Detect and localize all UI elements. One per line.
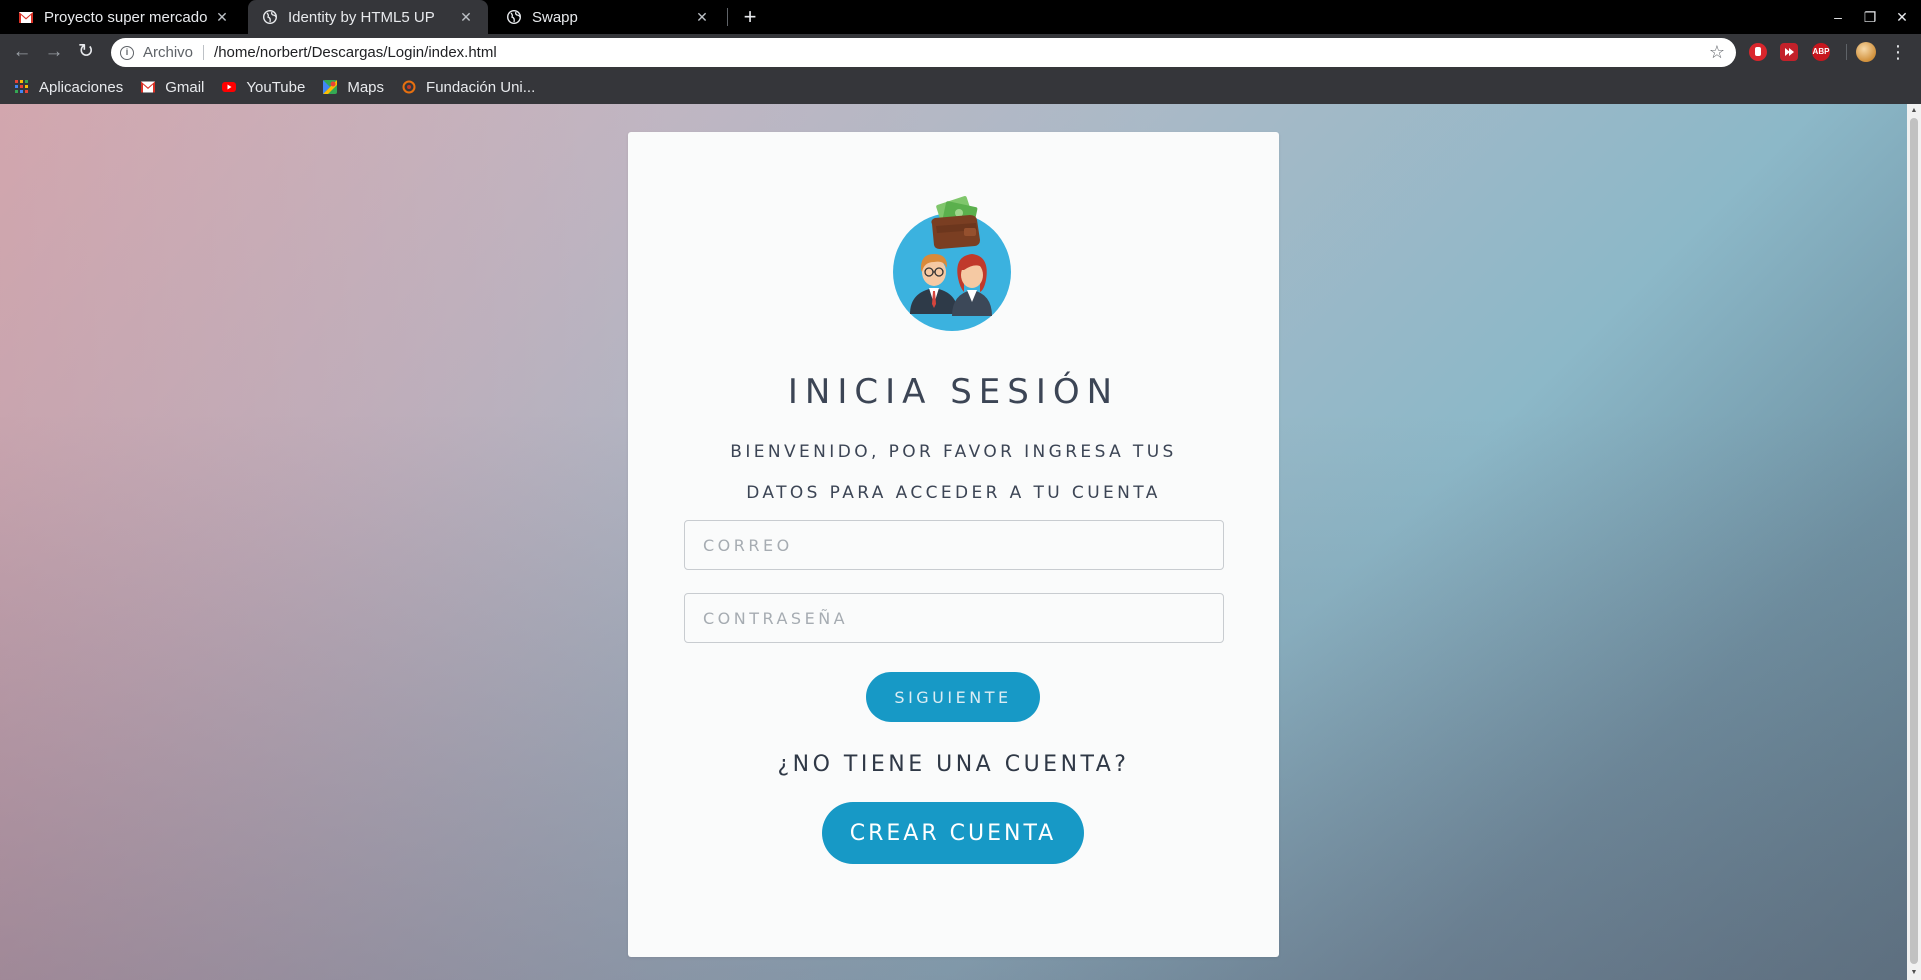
forward-button[interactable]: →: [41, 39, 67, 65]
page-title: INICIA SESIÓN: [787, 372, 1120, 412]
bookmark-star-icon[interactable]: ☆: [1709, 42, 1725, 63]
gmail-icon: [18, 9, 34, 25]
next-button[interactable]: SIGUIENTE: [866, 672, 1040, 722]
youtube-icon: [222, 82, 237, 92]
bookmark-label: Fundación Uni...: [426, 78, 536, 96]
welcome-subtitle: BIENVENIDO, POR FAVOR INGRESA TUS DATOS …: [730, 442, 1177, 503]
scroll-down-arrow-icon[interactable]: ▼: [1907, 966, 1921, 980]
page-background: INICIA SESIÓN BIENVENIDO, POR FAVOR INGR…: [0, 104, 1921, 980]
gmail-icon: [141, 81, 156, 93]
address-divider: [203, 45, 205, 60]
close-icon[interactable]: ✕: [692, 9, 712, 26]
globe-icon: [506, 9, 522, 25]
address-bar[interactable]: i Archivo /home/norbert/Descargas/Login/…: [111, 38, 1736, 67]
url-text[interactable]: /home/norbert/Descargas/Login/index.html: [214, 44, 1709, 61]
login-card: INICIA SESIÓN BIENVENIDO, POR FAVOR INGR…: [628, 132, 1279, 957]
tab-title: Swapp: [532, 8, 578, 26]
tab-divider: [727, 8, 728, 26]
restore-button[interactable]: ❐: [1854, 0, 1886, 34]
new-tab-button[interactable]: +: [736, 3, 764, 31]
minimize-button[interactable]: –: [1822, 0, 1854, 34]
browser-menu-button[interactable]: ⋮: [1889, 39, 1907, 65]
reload-button[interactable]: ↻: [73, 39, 99, 65]
no-account-text: ¿NO TIENE UNA CUENTA?: [777, 752, 1130, 777]
bookmarks-bar: Aplicaciones Gmail YouTube Maps Fundació…: [0, 70, 1921, 104]
stop-extension-icon[interactable]: [1749, 43, 1767, 61]
extensions-divider: [1846, 44, 1847, 60]
profile-avatar[interactable]: [1856, 42, 1876, 62]
back-button[interactable]: ←: [9, 39, 35, 65]
fundacion-icon: [402, 80, 416, 94]
users-wallet-logo-icon: [893, 196, 1011, 331]
password-field[interactable]: [684, 593, 1224, 643]
bookmark-label: Aplicaciones: [39, 78, 124, 96]
bookmark-fundacion[interactable]: Fundación Uni...: [402, 79, 535, 96]
tab-title: Proyecto super mercado -: [44, 8, 212, 26]
scroll-up-arrow-icon[interactable]: ▲: [1907, 104, 1921, 118]
browser-toolbar: ← → ↻ i Archivo /home/norbert/Descargas/…: [0, 34, 1921, 70]
email-field[interactable]: [684, 520, 1224, 570]
create-account-button[interactable]: CREAR CUENTA: [822, 802, 1084, 864]
tab-identity[interactable]: Identity by HTML5 UP ✕: [248, 0, 488, 34]
scroll-thumb[interactable]: [1910, 118, 1918, 964]
bookmark-label: YouTube: [246, 78, 306, 96]
apps-grid-icon: [15, 80, 28, 93]
page-scrollbar[interactable]: ▲ ▼: [1907, 104, 1921, 980]
bookmark-aplicaciones[interactable]: Aplicaciones: [15, 79, 123, 96]
globe-icon: [262, 9, 278, 25]
bookmark-maps[interactable]: Maps: [323, 79, 384, 96]
maps-icon: [323, 80, 338, 94]
bookmark-gmail[interactable]: Gmail: [141, 79, 204, 96]
close-window-button[interactable]: ✕: [1886, 0, 1918, 34]
tab-swapp[interactable]: Swapp ✕: [492, 0, 724, 34]
close-icon[interactable]: ✕: [212, 9, 232, 26]
bookmark-label: Gmail: [165, 78, 205, 96]
info-icon[interactable]: i: [120, 45, 134, 60]
tab-proyecto[interactable]: Proyecto super mercado - ✕: [4, 0, 244, 34]
bookmark-youtube[interactable]: YouTube: [222, 79, 305, 96]
close-icon[interactable]: ✕: [456, 9, 476, 26]
scheme-label: Archivo: [143, 44, 194, 61]
adblock-extension-icon[interactable]: ABP: [1812, 43, 1830, 61]
tab-title: Identity by HTML5 UP: [288, 8, 435, 26]
media-extension-icon[interactable]: [1780, 43, 1798, 61]
bookmark-label: Maps: [347, 78, 385, 96]
tab-strip: Proyecto super mercado - ✕ Identity by H…: [0, 0, 1921, 34]
